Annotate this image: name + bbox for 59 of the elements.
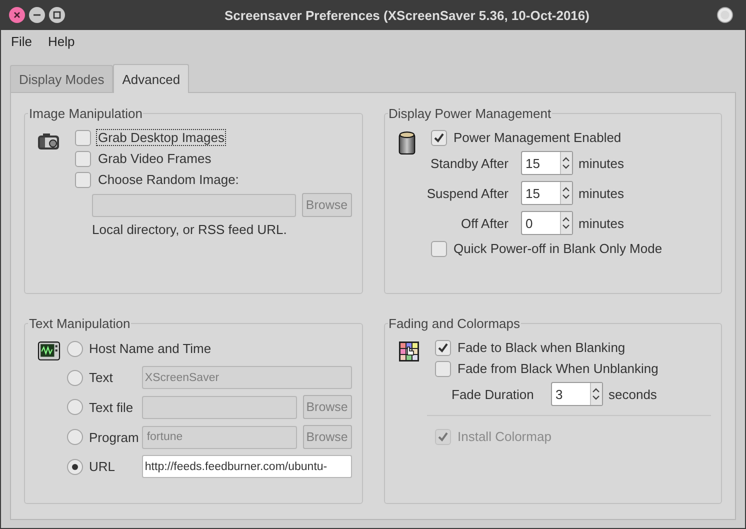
checkbox[interactable] [430, 240, 446, 256]
close-icon[interactable] [9, 7, 25, 23]
hint-text: Local directory, or RSS feed URL. [92, 222, 288, 237]
radio-button[interactable] [67, 370, 83, 386]
camera-icon [37, 131, 61, 152]
radio-button[interactable] [67, 458, 83, 474]
radio-label[interactable]: URL [87, 458, 142, 475]
checkbox[interactable] [75, 130, 91, 146]
checkbox[interactable] [75, 150, 91, 166]
checkbox[interactable] [434, 360, 450, 376]
radio-label[interactable]: Text file [87, 398, 142, 416]
number-spin-field[interactable]: 15 [520, 151, 572, 175]
number-spin-field[interactable]: 3 [550, 382, 602, 406]
spinner-label: Standby After [429, 156, 510, 170]
checkbox[interactable] [75, 172, 91, 188]
spinner-label: Fade Duration [452, 386, 535, 402]
maximize-icon[interactable] [49, 7, 65, 23]
checkbox[interactable] [434, 340, 450, 356]
group-title: Display Power Management [388, 106, 552, 121]
minimize-icon[interactable] [29, 7, 45, 23]
menu-item[interactable]: File [11, 34, 32, 48]
number-spin-field[interactable]: 0 [520, 211, 572, 235]
stepper-arrows-icon[interactable] [562, 185, 570, 201]
checkbox-label[interactable]: Fade to Black when Blanking [456, 339, 628, 356]
unit-label: minutes [578, 216, 624, 230]
tab[interactable]: Display Modes [10, 65, 114, 92]
group-title: Image Manipulation [28, 106, 144, 121]
unit-label: minutes [578, 186, 624, 200]
radio-label[interactable]: Text [87, 369, 142, 386]
stepper-arrows-icon[interactable] [592, 386, 600, 402]
checkbox[interactable] [430, 130, 446, 146]
unit-label: minutes [578, 156, 624, 170]
checkbox-label[interactable]: Choose Random Image: [96, 171, 241, 188]
checkbox-label[interactable]: Grab Video Frames [96, 150, 214, 167]
radio-button[interactable] [67, 399, 83, 415]
monitor-icon [37, 341, 61, 362]
window-title: Screensaver Preferences (XScreenSaver 5.36, 10-Oct-2016) [224, 8, 590, 22]
color-grid-icon [396, 341, 420, 362]
radio-button[interactable] [67, 429, 83, 445]
spinner-label: Off After [460, 216, 510, 230]
radio-label[interactable]: Host Name and Time [87, 340, 214, 357]
battery-icon [396, 131, 416, 155]
number-spin-field[interactable]: 15 [520, 181, 572, 205]
group-title: Fading and Colormaps [388, 316, 522, 331]
stepper-arrows-icon[interactable] [562, 215, 570, 231]
unit-label: seconds [608, 386, 657, 402]
radio-button[interactable] [67, 340, 83, 356]
checkbox-label[interactable]: Grab Desktop Images [96, 129, 226, 146]
stepper-arrows-icon[interactable] [562, 155, 570, 171]
group-title: Text Manipulation [28, 316, 132, 331]
menu-item[interactable]: Help [48, 34, 75, 48]
checkbox-label[interactable]: Fade from Black When Unblanking [456, 360, 660, 377]
checkbox-label[interactable]: Quick Power-off in Blank Only Mode [452, 240, 664, 257]
text-field[interactable]: http://feeds.feedburner.com/ubuntu- [142, 455, 352, 478]
tab[interactable]: Advanced [113, 64, 190, 93]
checkbox-label[interactable]: Power Management Enabled [452, 129, 624, 146]
spinner-label: Suspend After [426, 186, 510, 200]
window-menu-icon[interactable] [717, 7, 733, 23]
radio-label[interactable]: Program [87, 428, 142, 446]
